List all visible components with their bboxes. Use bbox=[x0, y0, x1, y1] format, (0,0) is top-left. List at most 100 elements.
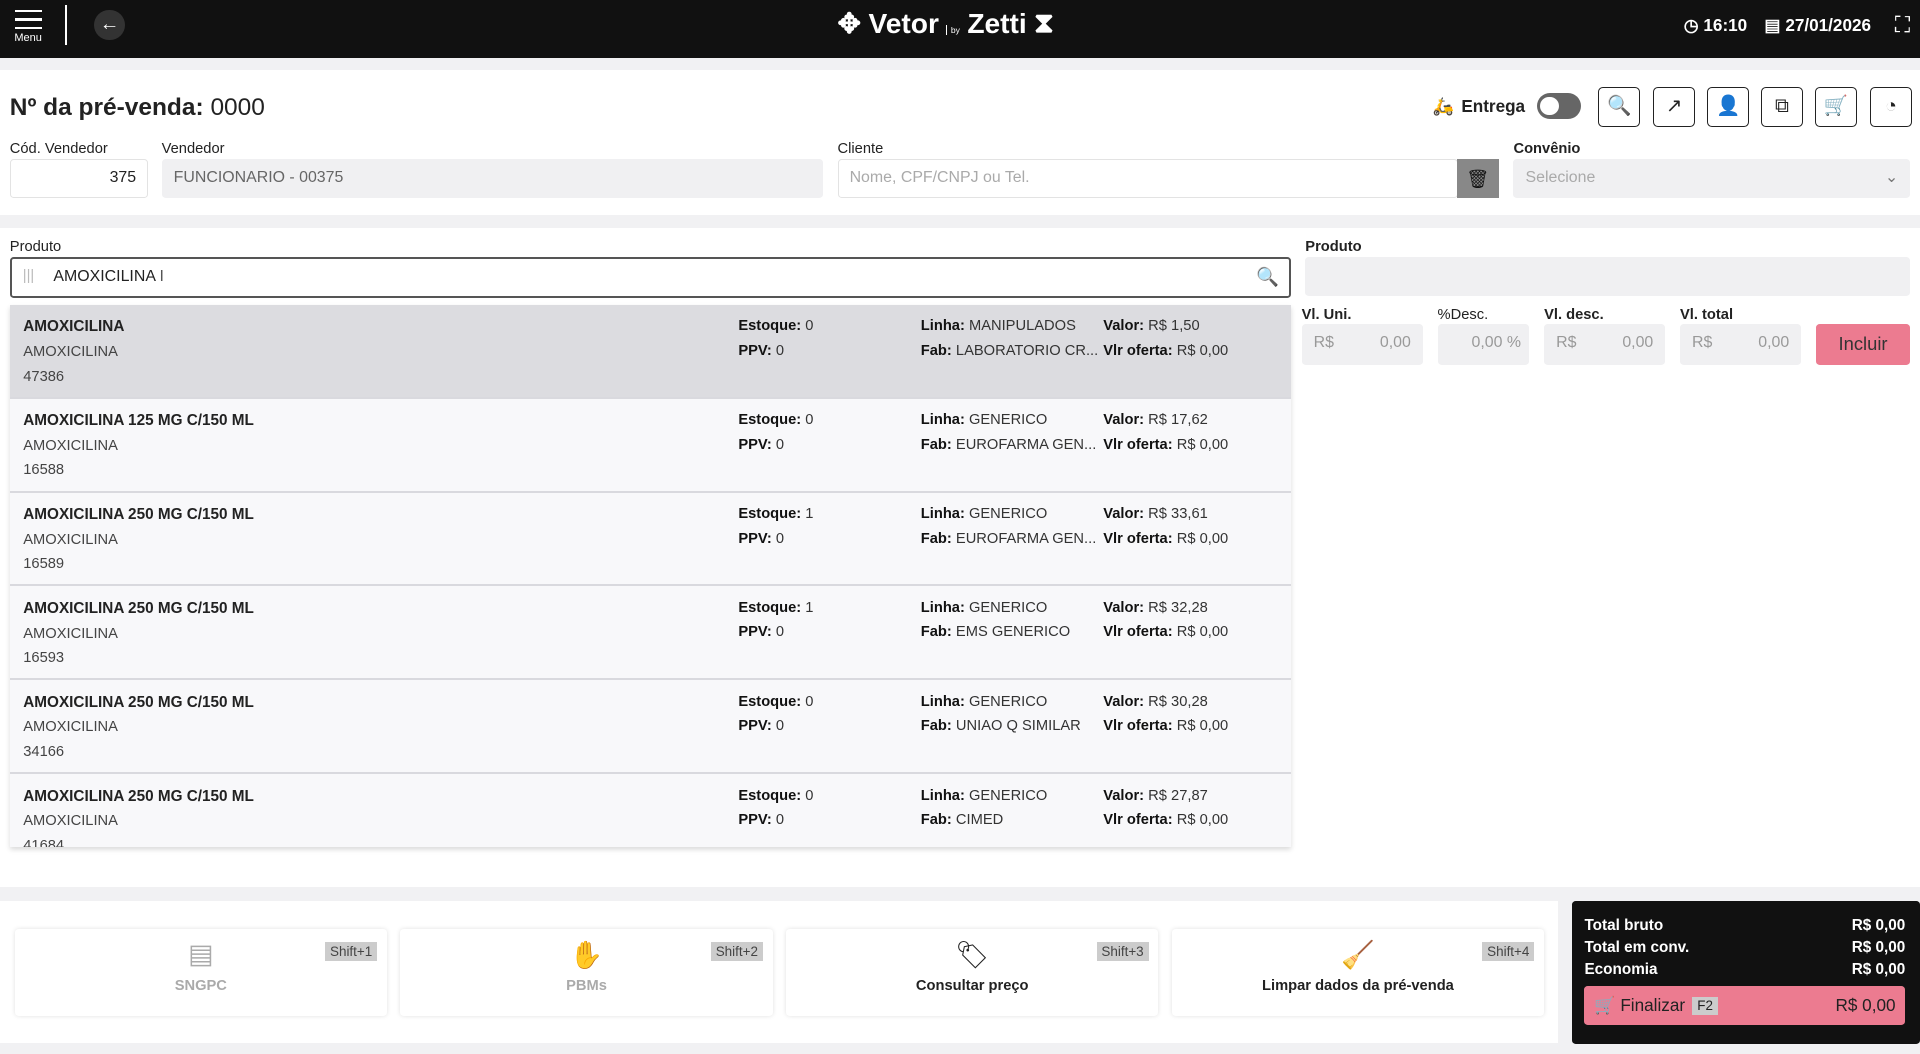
clear-presale-button[interactable]: 🧹 Limpar dados da pré-venda Shift+4 bbox=[1171, 929, 1545, 1017]
seller-code-label: Cód. Vendedor bbox=[9, 140, 108, 157]
line: Linha: GENERICO bbox=[920, 506, 1048, 523]
pbms-button[interactable]: ✋ PBMs Shift+2 bbox=[400, 929, 773, 1017]
finish-button[interactable]: 🛒 Finalizar F2 R$ 0,00 bbox=[1584, 985, 1906, 1025]
barcode-icon: ||| bbox=[22, 268, 35, 285]
shortcut-badge: Shift+1 bbox=[325, 941, 378, 962]
shortcut-badge: Shift+4 bbox=[1482, 941, 1535, 962]
manufacturer: Fab: EUROFARMA GEN... bbox=[920, 436, 1097, 453]
ppv: PPV: 0 bbox=[738, 436, 785, 453]
trash-button[interactable]: 🗑 bbox=[1457, 159, 1499, 199]
seller-input[interactable]: FUNCIONARIO - 00375 bbox=[161, 159, 823, 199]
back-button[interactable]: ← bbox=[94, 9, 125, 41]
unit-price-label: Vl. Uni. bbox=[1301, 307, 1352, 324]
stock: Estoque: 0 bbox=[738, 318, 814, 335]
shortcut-badge: Shift+3 bbox=[1096, 941, 1149, 962]
history-button[interactable]: ◔ bbox=[1869, 86, 1913, 127]
offer-price: Vlr oferta: R$ 0,00 bbox=[1103, 811, 1229, 828]
product-substance: AMOXICILINA bbox=[23, 813, 118, 830]
agreement-select[interactable]: Selecione ⌄ bbox=[1513, 159, 1911, 199]
line: Linha: GENERICO bbox=[920, 599, 1048, 616]
logo-text: Vetor bbox=[868, 7, 939, 39]
ppv: PPV: 0 bbox=[738, 530, 785, 547]
product-name: AMOXICILINA 125 MG C/150 ML bbox=[23, 412, 254, 430]
line: Linha: MANIPULADOS bbox=[920, 318, 1076, 335]
delivery-label: 🛵 Entrega bbox=[1432, 95, 1526, 116]
conv-total-label: Total em conv. bbox=[1584, 939, 1690, 957]
discount-pct-label: %Desc. bbox=[1437, 307, 1489, 324]
product-name: AMOXICILINA 250 MG C/150 ML bbox=[23, 693, 254, 711]
product-code: 34166 bbox=[23, 743, 65, 760]
total-input[interactable]: R$ 0,00 bbox=[1680, 324, 1802, 365]
client-input[interactable]: Nome, CPF/CNPJ ou Tel. bbox=[837, 159, 1459, 199]
stock: Estoque: 1 bbox=[738, 599, 814, 616]
manufacturer: Fab: EUROFARMA GEN... bbox=[920, 530, 1097, 547]
manufacturer: Fab: LABORATORIO CR... bbox=[920, 342, 1099, 359]
product-row[interactable]: AMOXICILINA 250 MG C/150 ML AMOXICILINA … bbox=[9, 680, 1291, 775]
unit-price-input[interactable]: R$ 0,00 bbox=[1301, 324, 1423, 365]
gross-total: R$ 0,00 bbox=[1851, 917, 1906, 935]
seller-code-input[interactable]: 375 bbox=[9, 159, 149, 199]
product-name: AMOXICILINA bbox=[23, 318, 125, 336]
product-code: 47386 bbox=[23, 368, 65, 385]
ppv: PPV: 0 bbox=[738, 624, 785, 641]
discount-label: Vl. desc. bbox=[1544, 307, 1604, 324]
totals-panel: Total bruto R$ 0,00 Total em conv. R$ 0,00… bbox=[1572, 901, 1920, 1045]
product-row[interactable]: AMOXICILINA 250 MG C/150 ML AMOXICILINA … bbox=[9, 774, 1291, 848]
manufacturer: Fab: EMS GENERICO bbox=[920, 624, 1071, 641]
search-document-icon[interactable]: 🔍 bbox=[1256, 259, 1279, 295]
seller-label: Vendedor bbox=[161, 140, 225, 157]
product-substance: AMOXICILINA bbox=[23, 531, 118, 548]
price: Valor: R$ 30,28 bbox=[1103, 693, 1208, 710]
product-row[interactable]: AMOXICILINA 250 MG C/150 ML AMOXICILINA … bbox=[9, 492, 1291, 587]
check-price-button[interactable]: 🏷 Consultar preço Shift+3 bbox=[786, 929, 1159, 1017]
product-search-label: Produto bbox=[9, 238, 62, 255]
ppv: PPV: 0 bbox=[738, 342, 785, 359]
gross-total-label: Total bruto bbox=[1584, 917, 1664, 935]
top-bar: Menu ← ✥ Vetor by Zetti ⧗ ◷ 16:10 ▤ 27/01/202… bbox=[0, 0, 1920, 58]
product-name: AMOXICILINA 250 MG C/150 ML bbox=[23, 599, 254, 617]
stock: Estoque: 0 bbox=[738, 787, 814, 804]
logo-by: by bbox=[946, 24, 960, 35]
item-product-label: Produto bbox=[1305, 238, 1362, 255]
menu-label: Menu bbox=[14, 31, 42, 44]
product-substance: AMOXICILINA bbox=[23, 625, 118, 642]
offer-price: Vlr oferta: R$ 0,00 bbox=[1103, 436, 1229, 453]
add-item-button[interactable]: Incluir bbox=[1815, 324, 1911, 365]
product-code: 16588 bbox=[23, 462, 65, 479]
discount-pct-input[interactable]: 0,00 % bbox=[1437, 324, 1530, 365]
fullscreen-icon[interactable]: ⛶ bbox=[1895, 12, 1910, 38]
chevron-down-icon: ⌄ bbox=[1884, 169, 1899, 187]
item-product-input[interactable] bbox=[1305, 257, 1911, 297]
calendar-icon: ▤ bbox=[1764, 14, 1786, 35]
search-document-button[interactable]: 🔍 bbox=[1597, 86, 1641, 127]
offer-price: Vlr oferta: R$ 0,00 bbox=[1103, 530, 1229, 547]
discount-input[interactable]: R$ 0,00 bbox=[1544, 324, 1666, 365]
product-substance: AMOXICILINA bbox=[23, 344, 118, 361]
manufacturer: Fab: CIMED bbox=[920, 811, 1004, 828]
shortcut-badge: Shift+2 bbox=[710, 941, 763, 962]
delivery-icon: 🛵 bbox=[1432, 95, 1454, 116]
stock: Estoque: 0 bbox=[738, 693, 814, 710]
divider bbox=[64, 4, 68, 46]
product-search-input[interactable]: ||| AMOXICILINA I 🔍 bbox=[9, 257, 1291, 298]
delivery-toggle[interactable] bbox=[1536, 93, 1581, 119]
share-button[interactable]: ↗ bbox=[1653, 86, 1696, 127]
menu-button[interactable]: Menu bbox=[12, 7, 44, 44]
product-code: 41684 bbox=[23, 837, 65, 848]
stock: Estoque: 1 bbox=[738, 506, 814, 523]
line: Linha: GENERICO bbox=[920, 693, 1048, 710]
line: Linha: GENERICO bbox=[920, 412, 1048, 429]
conv-total: R$ 0,00 bbox=[1851, 939, 1906, 957]
zetti-icon: ⧗ bbox=[1034, 7, 1054, 39]
page-title: Nº da pré-venda: 0000 bbox=[9, 94, 265, 122]
sngpc-button[interactable]: ▤ SNGPC Shift+1 bbox=[14, 929, 387, 1017]
product-name: AMOXICILINA 250 MG C/150 ML bbox=[23, 787, 254, 805]
product-row[interactable]: AMOXICILINA 250 MG C/150 ML AMOXICILINA … bbox=[9, 586, 1291, 681]
copy-button[interactable]: ⧉ bbox=[1760, 86, 1804, 127]
product-row[interactable]: AMOXICILINA AMOXICILINA 47386 Estoque: 0… bbox=[9, 304, 1291, 399]
cart-button[interactable]: 🛒 bbox=[1814, 86, 1858, 127]
product-row[interactable]: AMOXICILINA 125 MG C/150 ML AMOXICILINA … bbox=[9, 398, 1291, 493]
offer-price: Vlr oferta: R$ 0,00 bbox=[1103, 718, 1229, 735]
product-substance: AMOXICILINA bbox=[23, 437, 118, 454]
add-user-button[interactable]: 👤 bbox=[1706, 86, 1750, 127]
